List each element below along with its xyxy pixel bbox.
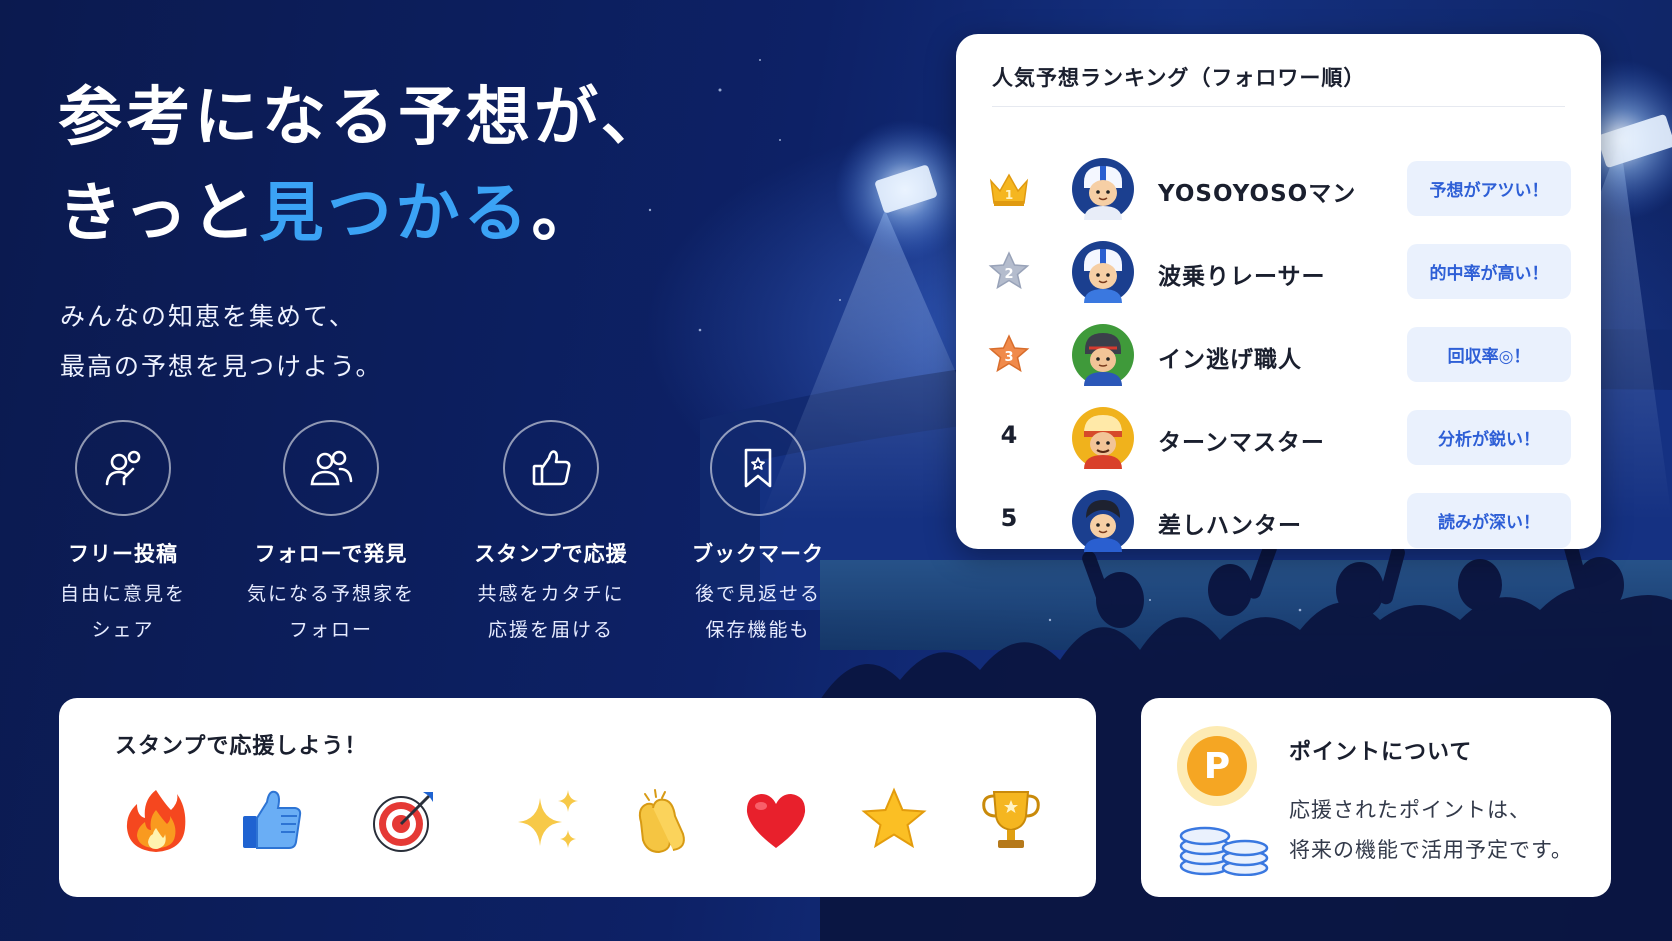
rank-number: 4	[1000, 421, 1018, 449]
hero-title-highlight: 見つかる	[259, 177, 532, 251]
ranking-divider	[992, 106, 1565, 107]
feature-desc: 気になる予想家を フォロー	[231, 576, 431, 648]
point-desc-line1: 応援されたポイントは、	[1289, 798, 1531, 822]
feature-desc: 共感をカタチに 応援を届ける	[451, 576, 651, 648]
ranking-title: 人気予想ランキング（フォロワー順）	[992, 66, 1366, 90]
ranking-card: 人気予想ランキング（フォロワー順） 1 YOSOYOSOマン 予想がアツい！ 2…	[956, 34, 1601, 552]
feature-desc-line1: 自由に意見を	[59, 583, 186, 605]
hero-subtitle-line1: みんなの知恵を集めて、	[60, 302, 356, 331]
thumbs-up-stamp-icon[interactable]	[237, 786, 307, 856]
feature-free-post: フリー投稿 自由に意見を シェア	[23, 420, 223, 648]
clap-icon[interactable]	[625, 786, 695, 856]
heart-icon[interactable]	[741, 786, 811, 856]
hero-title-line1: 参考になる予想が、	[58, 81, 669, 155]
silver-star-icon: 2	[986, 249, 1032, 295]
avatar	[1072, 324, 1134, 386]
ranking-row[interactable]: 3 イン逃げ職人 回収率◎！	[986, 320, 1571, 390]
feature-desc-line2: フォロー	[288, 619, 373, 641]
ranking-row[interactable]: 5 差しハンター 読みが深い！	[986, 486, 1571, 556]
feature-title: フリー投稿	[68, 542, 178, 566]
point-card: P ポイントについて 応援されたポイントは、 将来の機能で活用予定です。	[1141, 698, 1611, 897]
hero-title-line2-post: 。	[531, 177, 600, 251]
ranking-row[interactable]: 2 波乗りレーサー 的中率が高い！	[986, 237, 1571, 307]
fire-icon[interactable]	[121, 786, 191, 856]
coin-letter: P	[1204, 746, 1230, 787]
ranking-row[interactable]: 4 ターンマスター 分析が鋭い！	[986, 403, 1571, 473]
ranking-tag: 分析が鋭い！	[1407, 410, 1571, 465]
feature-desc-line2: 保存機能も	[705, 619, 811, 641]
users-icon	[283, 420, 379, 516]
ranking-tag: 読みが深い！	[1407, 493, 1571, 548]
feature-title: ブックマーク	[692, 542, 824, 566]
ranking-name[interactable]: 差しハンター	[1158, 506, 1302, 540]
feature-title: スタンプで応援	[474, 542, 628, 566]
feature-desc: 後で見返せる 保存機能も	[658, 576, 858, 648]
hero-subtitle-line2: 最高の予想を見つけよう。	[60, 352, 383, 381]
feature-stamp: スタンプで応援 共感をカタチに 応援を届ける	[451, 420, 651, 648]
point-title: ポイントについて	[1289, 740, 1473, 765]
rank-number: 1	[1005, 188, 1013, 202]
hero-subtitle: みんなの知恵を集めて、 最高の予想を見つけよう。	[60, 292, 383, 392]
feature-title: フォローで発見	[254, 542, 408, 566]
avatar	[1072, 490, 1134, 552]
ranking-row[interactable]: 1 YOSOYOSOマン 予想がアツい！	[986, 154, 1571, 224]
ranking-name[interactable]: イン逃げ職人	[1158, 340, 1302, 374]
feature-desc-line1: 共感をカタチに	[477, 583, 625, 605]
ranking-name[interactable]: 波乗りレーサー	[1158, 257, 1326, 291]
user-post-icon	[75, 420, 171, 516]
ranking-name[interactable]: ターンマスター	[1158, 423, 1325, 457]
ranking-tag: 予想がアツい！	[1407, 161, 1571, 216]
avatar	[1072, 158, 1134, 220]
star-icon[interactable]	[859, 786, 929, 856]
ranking-name[interactable]: YOSOYOSOマン	[1158, 174, 1356, 208]
feature-desc-line1: 気になる予想家を	[246, 583, 415, 605]
trophy-icon[interactable]	[976, 786, 1046, 856]
ranking-tag: 回収率◎！	[1407, 327, 1571, 382]
hero-title-line2: きっと見つかる。	[58, 166, 669, 262]
point-desc-line2: 将来の機能で活用予定です。	[1289, 838, 1573, 862]
sparkles-icon[interactable]	[514, 786, 584, 856]
feature-desc: 自由に意見を シェア	[23, 576, 223, 648]
stamp-title: スタンプで応援しよう！	[115, 734, 368, 759]
rank-number: 5	[1000, 504, 1018, 532]
feature-bookmark: ブックマーク 後で見返せる 保存機能も	[658, 420, 858, 648]
bookmark-icon	[710, 420, 806, 516]
feature-follow: フォローで発見 気になる予想家を フォロー	[231, 420, 431, 648]
gold-crown-icon: 1	[986, 166, 1032, 212]
coin-icon: P	[1175, 726, 1275, 877]
avatar	[1072, 407, 1134, 469]
bronze-star-icon: 3	[986, 332, 1032, 378]
feature-desc-line2: 応援を届ける	[487, 619, 614, 641]
thumbs-up-icon	[503, 420, 599, 516]
avatar	[1072, 241, 1134, 303]
target-icon[interactable]	[369, 786, 439, 856]
hero-title: 参考になる予想が、 きっと見つかる。	[58, 70, 669, 262]
hero-title-line2-pre: きっと	[58, 177, 260, 251]
rank-number: 3	[1004, 350, 1013, 365]
stamp-card: スタンプで応援しよう！	[59, 698, 1096, 897]
point-desc: 応援されたポイントは、 将来の機能で活用予定です。	[1289, 790, 1573, 870]
feature-desc-line2: シェア	[91, 619, 155, 641]
ranking-tag: 的中率が高い！	[1407, 244, 1571, 299]
rank-number: 2	[1004, 267, 1013, 282]
feature-desc-line1: 後で見返せる	[694, 583, 821, 605]
